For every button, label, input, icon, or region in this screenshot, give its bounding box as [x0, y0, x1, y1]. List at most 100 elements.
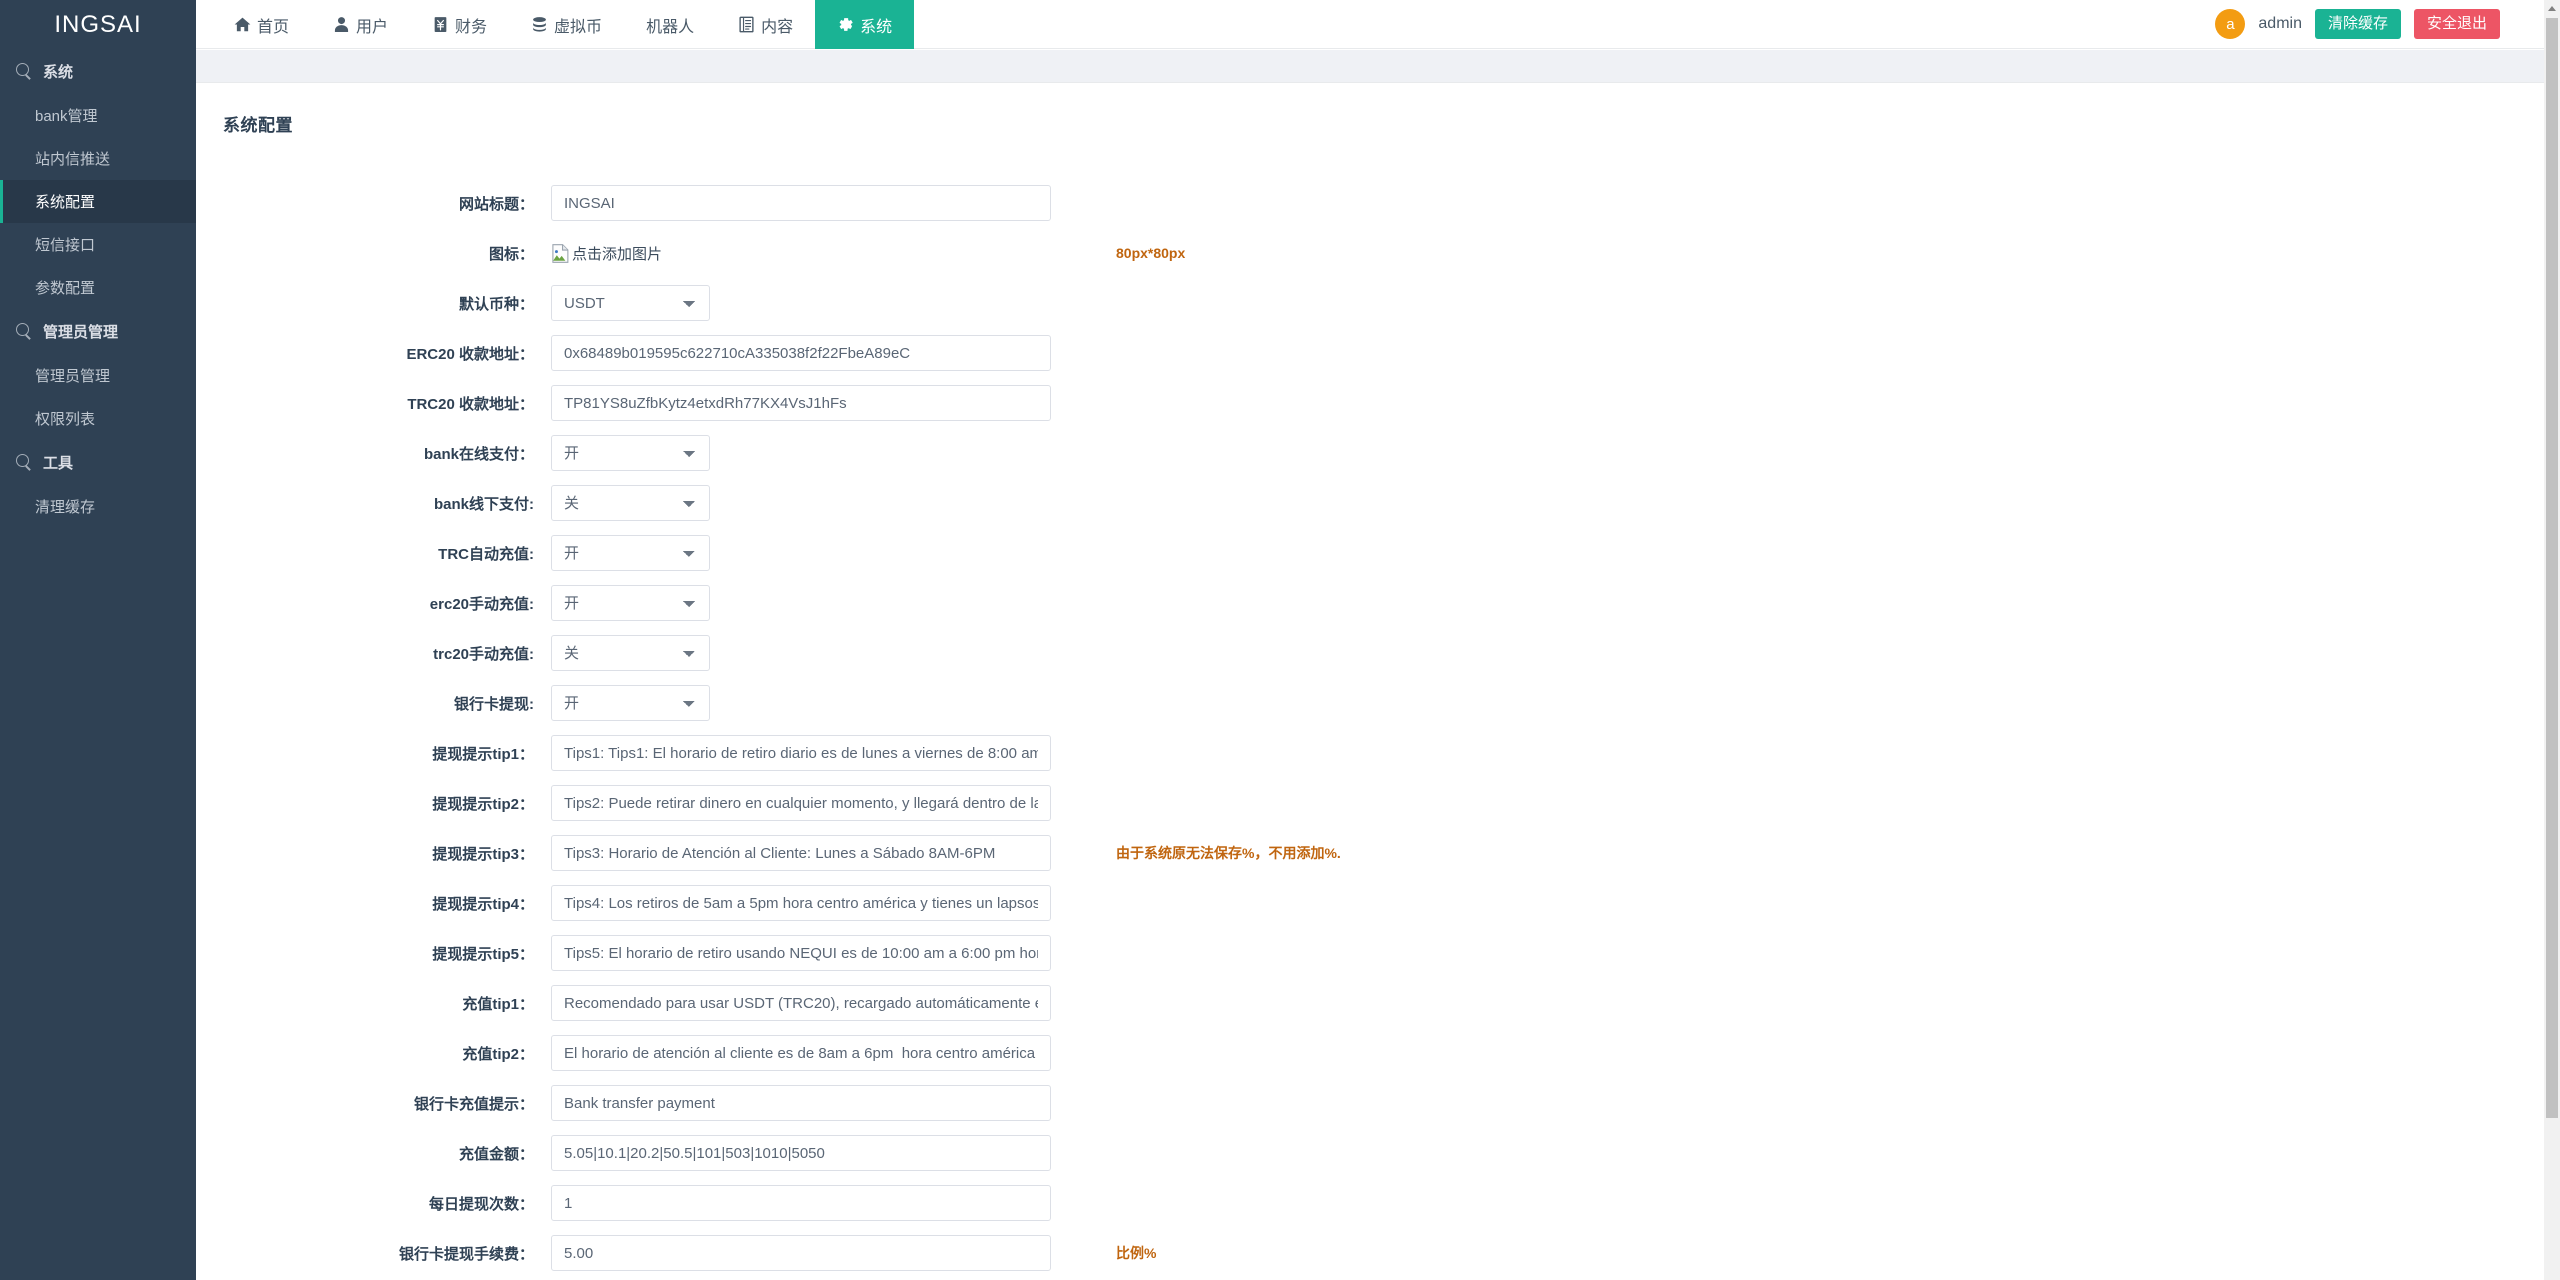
- sidebar-item-label: 管理员管理: [35, 365, 110, 386]
- form-row: erc20手动充值:开关: [196, 578, 2544, 628]
- field-select[interactable]: 开关: [551, 535, 710, 571]
- search-icon: [16, 323, 33, 340]
- username-label: admin: [2258, 15, 2302, 33]
- header-user-area: a admin 清除缓存 安全退出: [2215, 0, 2560, 48]
- field-select[interactable]: USDT: [551, 285, 710, 321]
- field-input[interactable]: [551, 1185, 1051, 1221]
- form-row: ERC20 收款地址：: [196, 328, 2544, 378]
- sidebar-group-header: 管理员管理: [0, 309, 196, 354]
- field-input[interactable]: [551, 935, 1051, 971]
- field-input[interactable]: [551, 1085, 1051, 1121]
- form-row: 提现提示tip1：: [196, 728, 2544, 778]
- form-label: ERC20 收款地址：: [196, 343, 551, 364]
- form-label: trc20手动充值:: [196, 643, 551, 664]
- sidebar-item-1-5[interactable]: 参数配置: [0, 266, 196, 309]
- form-label: 银行卡提现:: [196, 693, 551, 714]
- form-row: bank在线支付：开关: [196, 428, 2544, 478]
- money-icon: [432, 16, 449, 33]
- form-label: TRC20 收款地址：: [196, 393, 551, 414]
- sidebar-item-1-1[interactable]: bank管理: [0, 94, 196, 137]
- scroll-up-arrow-icon[interactable]: [2544, 0, 2560, 17]
- field-input[interactable]: [551, 385, 1051, 421]
- topnav-item-4[interactable]: 虚拟币: [509, 0, 624, 49]
- field-input[interactable]: [551, 1035, 1051, 1071]
- form-label: 默认币种：: [196, 293, 551, 314]
- content-top-band: [196, 50, 2544, 83]
- search-icon: [16, 63, 33, 80]
- clear-cache-button[interactable]: 清除缓存: [2315, 9, 2401, 40]
- form-label: erc20手动充值:: [196, 593, 551, 614]
- field-select[interactable]: 开关: [551, 585, 710, 621]
- field-input[interactable]: [551, 985, 1051, 1021]
- form-row: bank线下支付:开关: [196, 478, 2544, 528]
- sidebar-group-header: 工具: [0, 440, 196, 485]
- sidebar-logo: INGSAI: [0, 0, 196, 49]
- sidebar-group-title: 工具: [43, 452, 73, 473]
- form-label: 每日提现次数：: [196, 1193, 551, 1214]
- sidebar-item-label: 参数配置: [35, 277, 95, 298]
- sidebar-item-1-4[interactable]: 短信接口: [0, 223, 196, 266]
- field-select[interactable]: 开关: [551, 635, 710, 671]
- sidebar-nav: 系统bank管理站内信推送系统配置短信接口参数配置管理员管理管理员管理权限列表工…: [0, 49, 196, 528]
- field-input[interactable]: [551, 1235, 1051, 1271]
- vertical-scrollbar[interactable]: [2544, 0, 2560, 1280]
- field-note: 比例%: [1116, 1243, 1156, 1263]
- topnav-item-label: 用户: [356, 13, 388, 37]
- form-label: 提现提示tip2：: [196, 793, 551, 814]
- gear-icon: [837, 16, 854, 33]
- sidebar-item-label: 短信接口: [35, 234, 95, 255]
- form-row: 银行卡提现:开关: [196, 678, 2544, 728]
- avatar[interactable]: a: [2215, 9, 2245, 39]
- sidebar: INGSAI 系统bank管理站内信推送系统配置短信接口参数配置管理员管理管理员…: [0, 0, 196, 1280]
- field-select[interactable]: 开关: [551, 685, 710, 721]
- topnav-item-2[interactable]: 用户: [311, 0, 410, 49]
- form-label: 充值金额：: [196, 1143, 551, 1164]
- app-root: INGSAI 系统bank管理站内信推送系统配置短信接口参数配置管理员管理管理员…: [0, 0, 2560, 1280]
- field-input[interactable]: [551, 785, 1051, 821]
- field-input[interactable]: [551, 885, 1051, 921]
- sidebar-item-2-1[interactable]: 管理员管理: [0, 354, 196, 397]
- list-icon: [738, 16, 755, 33]
- field-input[interactable]: [551, 1135, 1051, 1171]
- field-input[interactable]: [551, 835, 1051, 871]
- form-label: 图标：: [196, 243, 551, 264]
- form-label: 提现提示tip4：: [196, 893, 551, 914]
- topnav-item-5[interactable]: 机器人: [624, 0, 716, 49]
- topnav-item-7[interactable]: 系统: [815, 0, 914, 49]
- logout-button[interactable]: 安全退出: [2414, 9, 2500, 40]
- sidebar-item-1-2[interactable]: 站内信推送: [0, 137, 196, 180]
- form-label: 提现提示tip3：: [196, 843, 551, 864]
- field-select[interactable]: 开关: [551, 485, 710, 521]
- sidebar-group-title: 管理员管理: [43, 321, 118, 342]
- form-label: 提现提示tip1：: [196, 743, 551, 764]
- field-input[interactable]: [551, 735, 1051, 771]
- top-header: 首页 用户财务虚拟币机器人内容 系统 a admin 清除缓存 安全退出: [196, 0, 2560, 49]
- image-upload-trigger[interactable]: 点击添加图片: [551, 243, 662, 264]
- coins-icon: [531, 16, 548, 33]
- form-row: 充值金额：: [196, 1128, 2544, 1178]
- main-content: 系统配置 网站标题：图标：点击添加图片80px*80px默认币种：USDTERC…: [196, 83, 2544, 1280]
- sidebar-item-1-3[interactable]: 系统配置: [0, 180, 196, 223]
- topnav-item-3[interactable]: 财务: [410, 0, 509, 49]
- field-select[interactable]: 开关: [551, 435, 710, 471]
- form-label: 银行卡充值提示：: [196, 1093, 551, 1114]
- scrollbar-thumb[interactable]: [2546, 18, 2558, 1118]
- topnav-item-label: 机器人: [646, 13, 694, 37]
- user-icon: [333, 16, 350, 33]
- search-icon: [16, 454, 33, 471]
- form-label: 提现提示tip5：: [196, 943, 551, 964]
- sidebar-item-2-2[interactable]: 权限列表: [0, 397, 196, 440]
- topnav-item-6[interactable]: 内容: [716, 0, 815, 49]
- field-input[interactable]: [551, 335, 1051, 371]
- form-row: trc20手动充值:开关: [196, 628, 2544, 678]
- image-upload-label: 点击添加图片: [572, 243, 662, 264]
- sidebar-group-header: 系统: [0, 49, 196, 94]
- field-note: 80px*80px: [1116, 245, 1185, 261]
- sidebar-group-title: 系统: [43, 61, 73, 82]
- topnav-item-label: 系统: [860, 13, 892, 37]
- topnav-item-1[interactable]: 首页: [212, 0, 311, 49]
- sidebar-item-3-1[interactable]: 清理缓存: [0, 485, 196, 528]
- form-label: 银行卡提现手续费：: [196, 1243, 551, 1264]
- sidebar-item-label: bank管理: [35, 105, 98, 126]
- field-input[interactable]: [551, 185, 1051, 221]
